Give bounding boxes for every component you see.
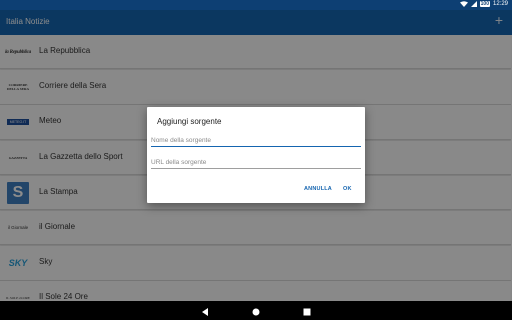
navigation-bar — [0, 301, 512, 320]
dialog-title: Aggiungi sorgente — [157, 117, 222, 126]
status-bar: 100 12:29 — [0, 0, 512, 10]
cancel-button[interactable]: ANNULLA — [304, 186, 332, 192]
signal-icon — [470, 1, 477, 7]
clock: 12:29 — [492, 1, 508, 7]
wifi-icon — [459, 1, 468, 7]
source-name-input[interactable] — [151, 135, 361, 147]
back-icon[interactable] — [199, 305, 211, 317]
add-source-dialog: Aggiungi sorgente ANNULLA OK — [147, 107, 365, 203]
ok-button[interactable]: OK — [343, 186, 352, 192]
status-icons: 100 12:29 — [459, 1, 508, 7]
battery-percent: 100 — [479, 1, 490, 7]
source-url-input[interactable] — [151, 157, 361, 169]
home-icon[interactable] — [250, 305, 262, 317]
recents-icon[interactable] — [301, 305, 313, 317]
